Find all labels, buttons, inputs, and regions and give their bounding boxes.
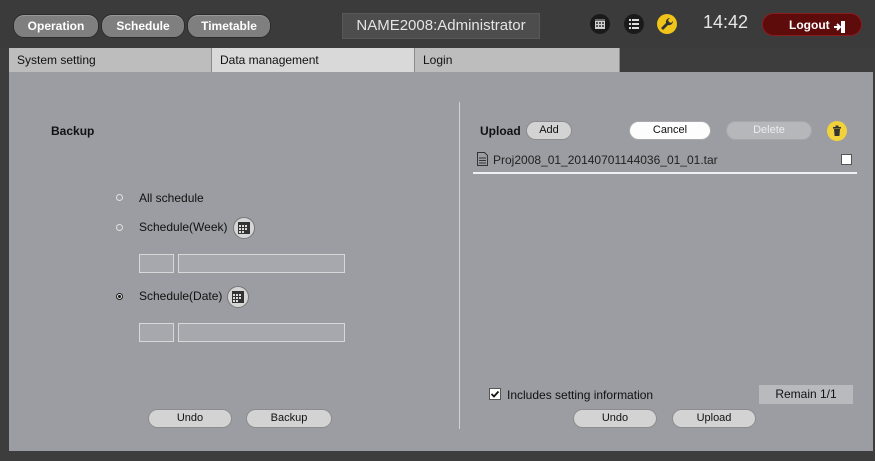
radio-schedule-week[interactable] — [116, 224, 123, 231]
week-range-field[interactable] — [178, 254, 345, 273]
radio-schedule-date[interactable] — [116, 293, 123, 300]
list-icon[interactable] — [624, 14, 644, 34]
option-all-schedule-label: All schedule — [139, 191, 204, 205]
file-icon — [477, 152, 488, 166]
option-schedule-date-label: Schedule(Date) — [139, 289, 223, 303]
logout-label: Logout — [789, 18, 830, 32]
nav-operation-button[interactable]: Operation — [13, 14, 99, 38]
date-range-field[interactable] — [178, 323, 345, 342]
add-button[interactable]: Add — [526, 121, 572, 140]
file-name: Proj2008_01_20140701144036_01_01.tar — [493, 153, 718, 167]
file-select-checkbox[interactable] — [841, 154, 852, 165]
tab-bar: System setting Data management Login — [9, 48, 873, 72]
backup-undo-button[interactable]: Undo — [148, 409, 232, 428]
delete-button[interactable]: Delete — [726, 121, 812, 140]
nav-timetable-button[interactable]: Timetable — [187, 14, 271, 38]
main-panel: Backup All schedule Schedule(Week) Sched… — [9, 72, 873, 451]
includes-setting-checkbox[interactable] — [489, 388, 501, 400]
tab-login[interactable]: Login — [415, 48, 620, 72]
logout-button[interactable]: Logout — [762, 13, 862, 36]
nav-schedule-button[interactable]: Schedule — [101, 14, 185, 38]
calendar-icon[interactable] — [590, 14, 610, 34]
window-title: NAME2008:Administrator — [342, 13, 540, 39]
wrench-icon[interactable] — [657, 14, 677, 34]
date-year-field[interactable] — [139, 323, 174, 342]
week-calendar-icon[interactable] — [233, 217, 255, 239]
date-calendar-icon[interactable] — [227, 286, 249, 308]
includes-setting-label: Includes setting information — [507, 388, 654, 402]
remain-count: Remain 1/1 — [759, 385, 853, 404]
upload-button[interactable]: Upload — [672, 409, 756, 428]
radio-all-schedule[interactable] — [116, 194, 123, 201]
upload-title: Upload — [480, 124, 521, 138]
option-schedule-week-label: Schedule(Week) — [139, 220, 228, 234]
backup-button[interactable]: Backup — [246, 409, 332, 428]
tab-system-setting[interactable]: System setting — [9, 48, 212, 72]
tab-data-management[interactable]: Data management — [212, 48, 415, 72]
trash-icon[interactable] — [827, 121, 847, 141]
cancel-button[interactable]: Cancel — [629, 121, 711, 140]
logout-icon — [833, 19, 847, 33]
top-bar: Operation Schedule Timetable NAME2008:Ad… — [0, 0, 875, 48]
panel-divider — [459, 102, 460, 429]
upload-undo-button[interactable]: Undo — [573, 409, 657, 428]
week-year-field[interactable] — [139, 254, 174, 273]
clock: 14:42 — [703, 12, 749, 32]
backup-title: Backup — [51, 124, 95, 138]
list-item[interactable]: Proj2008_01_20140701144036_01_01.tar — [473, 150, 857, 174]
